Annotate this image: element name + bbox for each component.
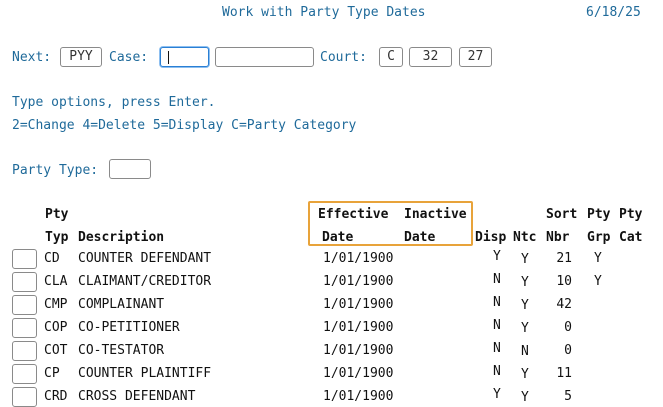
option-input[interactable] [12,295,37,315]
cell-disp: N [493,272,501,287]
option-input[interactable] [12,341,37,361]
cell-disp: Y [493,387,501,402]
page-title: Work with Party Type Dates [222,5,426,20]
cell-ntc: Y [521,367,529,382]
cell-effective-date: 1/01/1900 [323,320,394,335]
next-input[interactable]: PYY [60,47,102,67]
cell-description: COMPLAINANT [78,297,165,312]
party-type-input[interactable] [109,159,151,179]
cell-effective-date: 1/01/1900 [323,251,394,266]
col-pty-grp-top: Pty [587,207,611,222]
cell-effective-date: 1/01/1900 [323,274,394,289]
cell-ntc: Y [521,390,529,405]
option-input[interactable] [12,364,37,384]
cell-grp: Y [594,251,602,266]
cell-effective-date: 1/01/1900 [323,366,394,381]
cell-disp: N [493,318,501,333]
col-description: Description [78,230,165,245]
cell-typ: COP [44,320,68,335]
party-type-label: Party Type: [12,163,99,178]
cell-sort-nbr: 42 [556,297,572,312]
col-pty: Pty [45,207,69,222]
case-input-2[interactable] [215,47,314,67]
cell-disp: Y [493,249,501,264]
cell-typ: CLA [44,274,68,289]
cell-sort-nbr: 0 [564,320,572,335]
cell-ntc: Y [521,275,529,290]
cell-sort-nbr: 10 [556,274,572,289]
option-input[interactable] [12,249,37,269]
cell-disp: N [493,295,501,310]
cell-ntc: Y [521,321,529,336]
cell-sort-nbr: 11 [556,366,572,381]
col-sort: Sort [546,207,578,222]
cell-description: CROSS DEFENDANT [78,389,196,404]
next-label: Next: [12,50,52,65]
col-pty-cat-top: Pty [619,207,643,222]
cell-description: CLAIMANT/CREDITOR [78,274,212,289]
cell-disp: N [493,364,501,379]
court-input-2[interactable]: 32 [409,47,452,67]
cell-description: CO-PETITIONER [78,320,180,335]
cell-disp: N [493,341,501,356]
text-cursor [168,51,169,64]
option-input[interactable] [12,272,37,292]
cell-typ: COT [44,343,68,358]
cell-sort-nbr: 5 [564,389,572,404]
cell-sort-nbr: 21 [556,251,572,266]
case-label: Case: [109,50,149,65]
court-input-3[interactable]: 27 [459,47,492,67]
cell-effective-date: 1/01/1900 [323,389,394,404]
col-grp: Grp [587,230,611,245]
cell-description: CO-TESTATOR [78,343,165,358]
instructions-line-1: Type options, press Enter. [12,95,216,110]
cell-ntc: Y [521,252,529,267]
col-nbr: Nbr [546,230,570,245]
cell-effective-date: 1/01/1900 [323,343,394,358]
cell-typ: CRD [44,389,68,404]
cell-effective-date: 1/01/1900 [323,297,394,312]
option-input[interactable] [12,387,37,407]
col-ntc: Ntc [513,230,537,245]
cell-ntc: N [521,344,529,359]
instructions-line-2: 2=Change 4=Delete 5=Display C=Party Cate… [12,118,357,133]
cell-typ: CD [44,251,60,266]
court-label: Court: [320,50,367,65]
col-typ: Typ [45,230,69,245]
cell-typ: CP [44,366,60,381]
current-date: 6/18/25 [586,5,641,20]
cell-ntc: Y [521,298,529,313]
cell-description: COUNTER PLAINTIFF [78,366,212,381]
case-input-1[interactable] [160,47,209,67]
col-cat: Cat [619,230,643,245]
cell-grp: Y [594,274,602,289]
col-disp: Disp [475,230,507,245]
date-columns-highlight [308,201,473,246]
cell-description: COUNTER DEFENDANT [78,251,212,266]
cell-typ: CMP [44,297,68,312]
option-input[interactable] [12,318,37,338]
cell-sort-nbr: 0 [564,343,572,358]
court-input-1[interactable]: C [379,47,403,67]
